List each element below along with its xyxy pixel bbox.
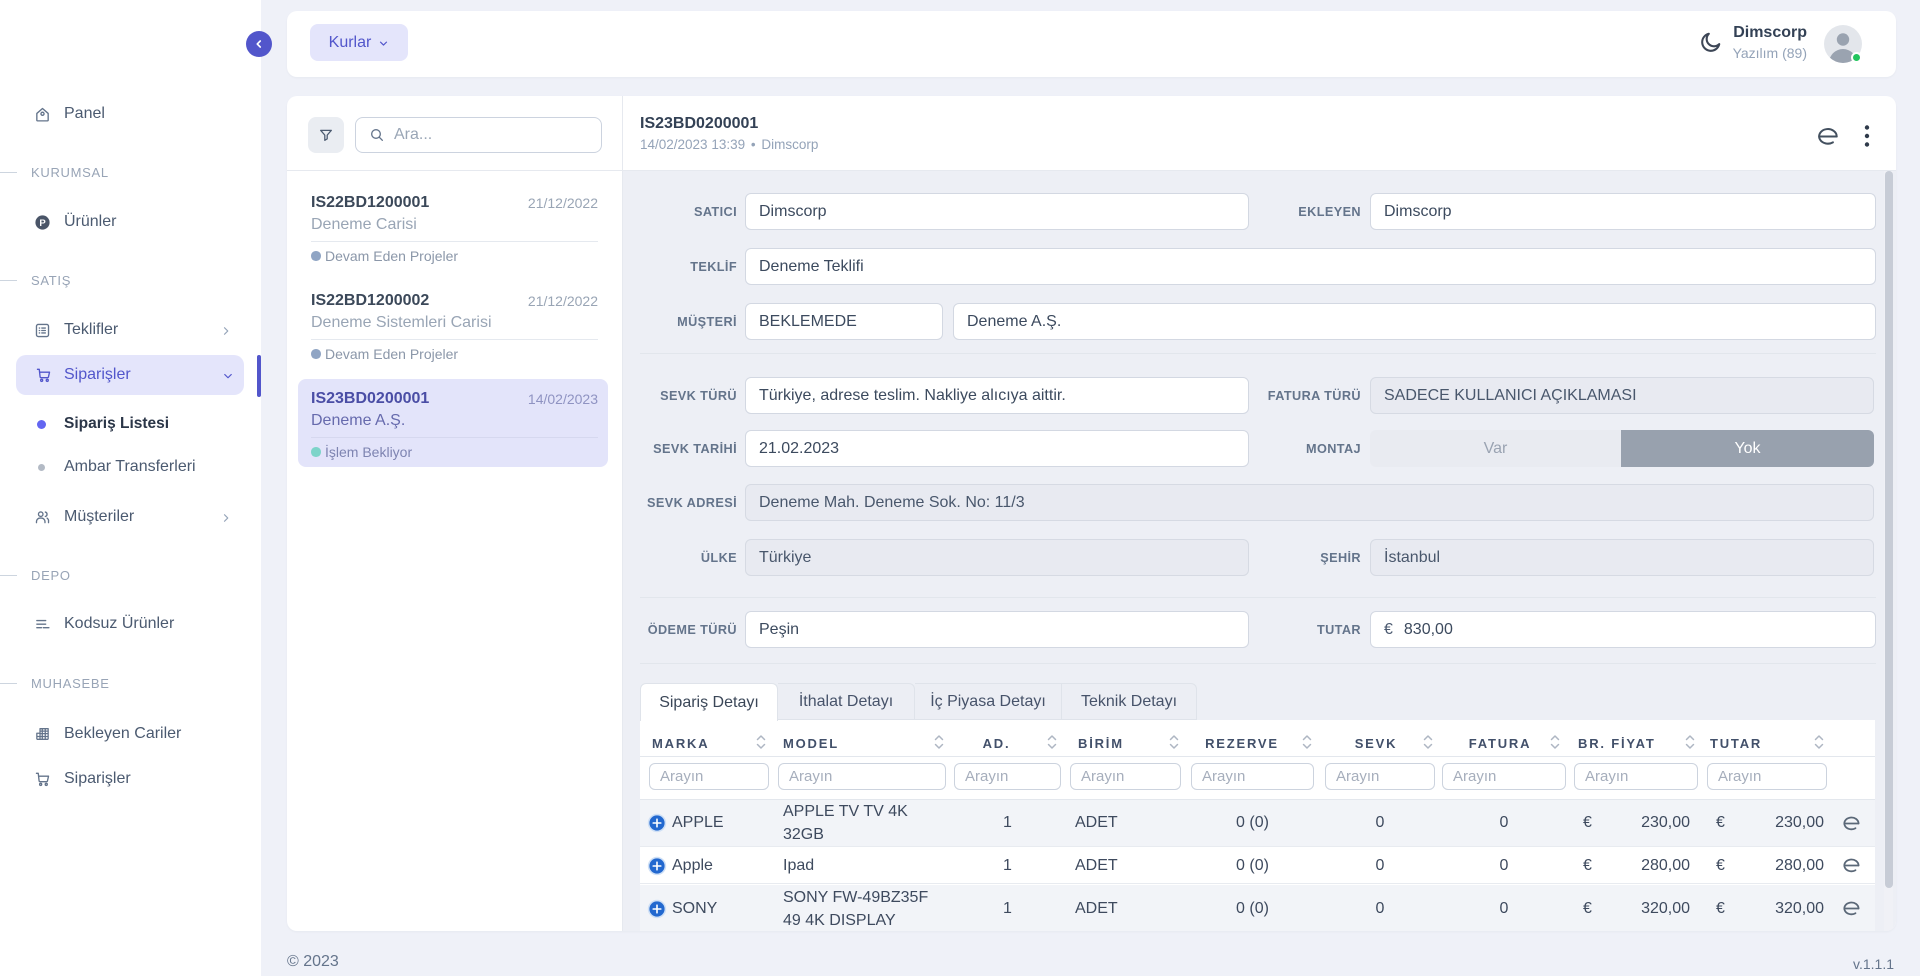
svg-text:P: P xyxy=(39,217,46,228)
